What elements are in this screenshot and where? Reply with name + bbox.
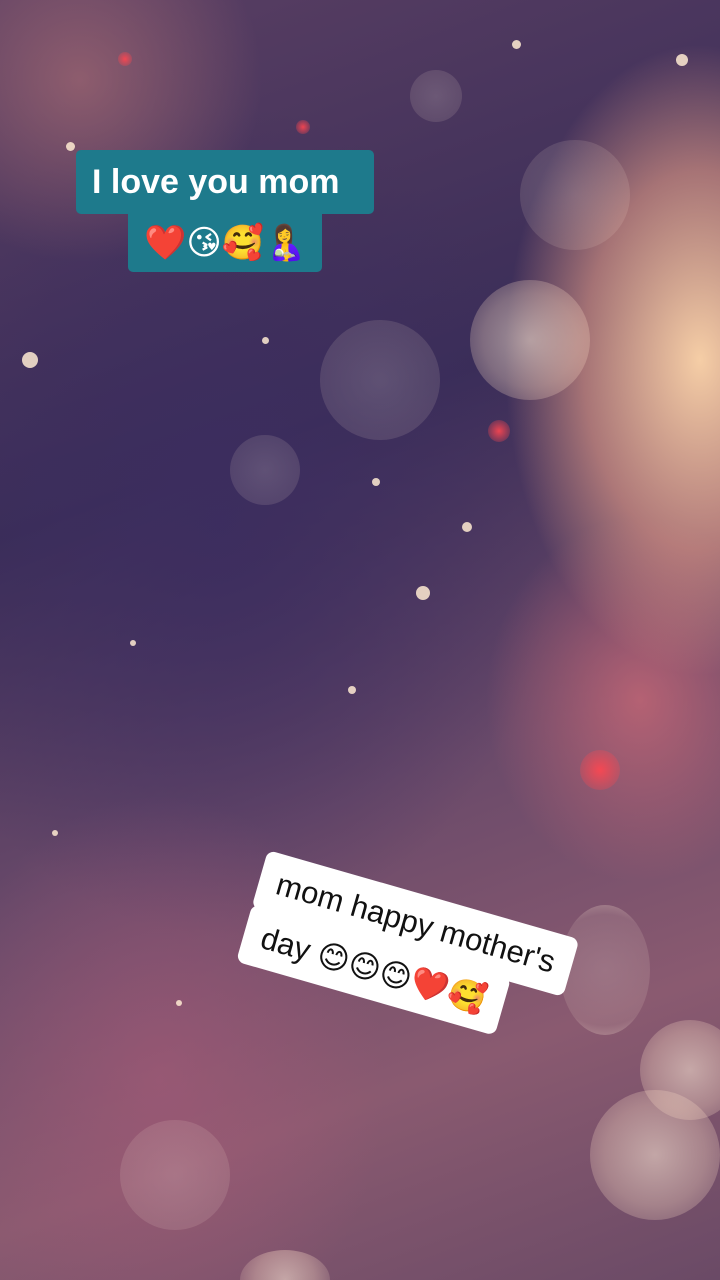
bokeh-red-dot [296,120,310,134]
caption-top-line2-emojis: ❤️😘🥰🤱 [128,214,323,272]
bokeh-circle [590,1090,720,1220]
sparkle-dot [66,142,75,151]
sparkle-dot [416,586,430,600]
sparkle-dot [52,830,58,836]
sparkle-dot [372,478,380,486]
bokeh-circle [520,140,630,250]
video-frame: I love you mom ❤️😘🥰🤱 mom happy mother's … [0,0,720,1280]
bokeh-circle [240,1250,330,1280]
sparkle-dot [462,522,472,532]
bokeh-circle [120,1120,230,1230]
bokeh-red-dot [580,750,620,790]
bokeh-red-dot [118,52,132,66]
bokeh-circle [640,1020,720,1120]
sparkle-dot [176,1000,182,1006]
caption-top-line1: I love you mom [76,150,374,214]
bokeh-red-dot [488,420,510,442]
caption-happy-mothers-day: mom happy mother's day 😊😊😊❤️🥰 [236,850,614,1061]
bokeh-circle [470,280,590,400]
sparkle-dot [22,352,38,368]
sparkle-dot [262,337,269,344]
sparkle-dot [130,640,136,646]
sparkle-dot [348,686,356,694]
sparkle-dot [676,54,688,66]
sparkle-dot [512,40,521,49]
bokeh-circle [410,70,462,122]
bokeh-circle [320,320,440,440]
bokeh-circle [230,435,300,505]
caption-i-love-you-mom: I love you mom ❤️😘🥰🤱 [76,150,406,272]
